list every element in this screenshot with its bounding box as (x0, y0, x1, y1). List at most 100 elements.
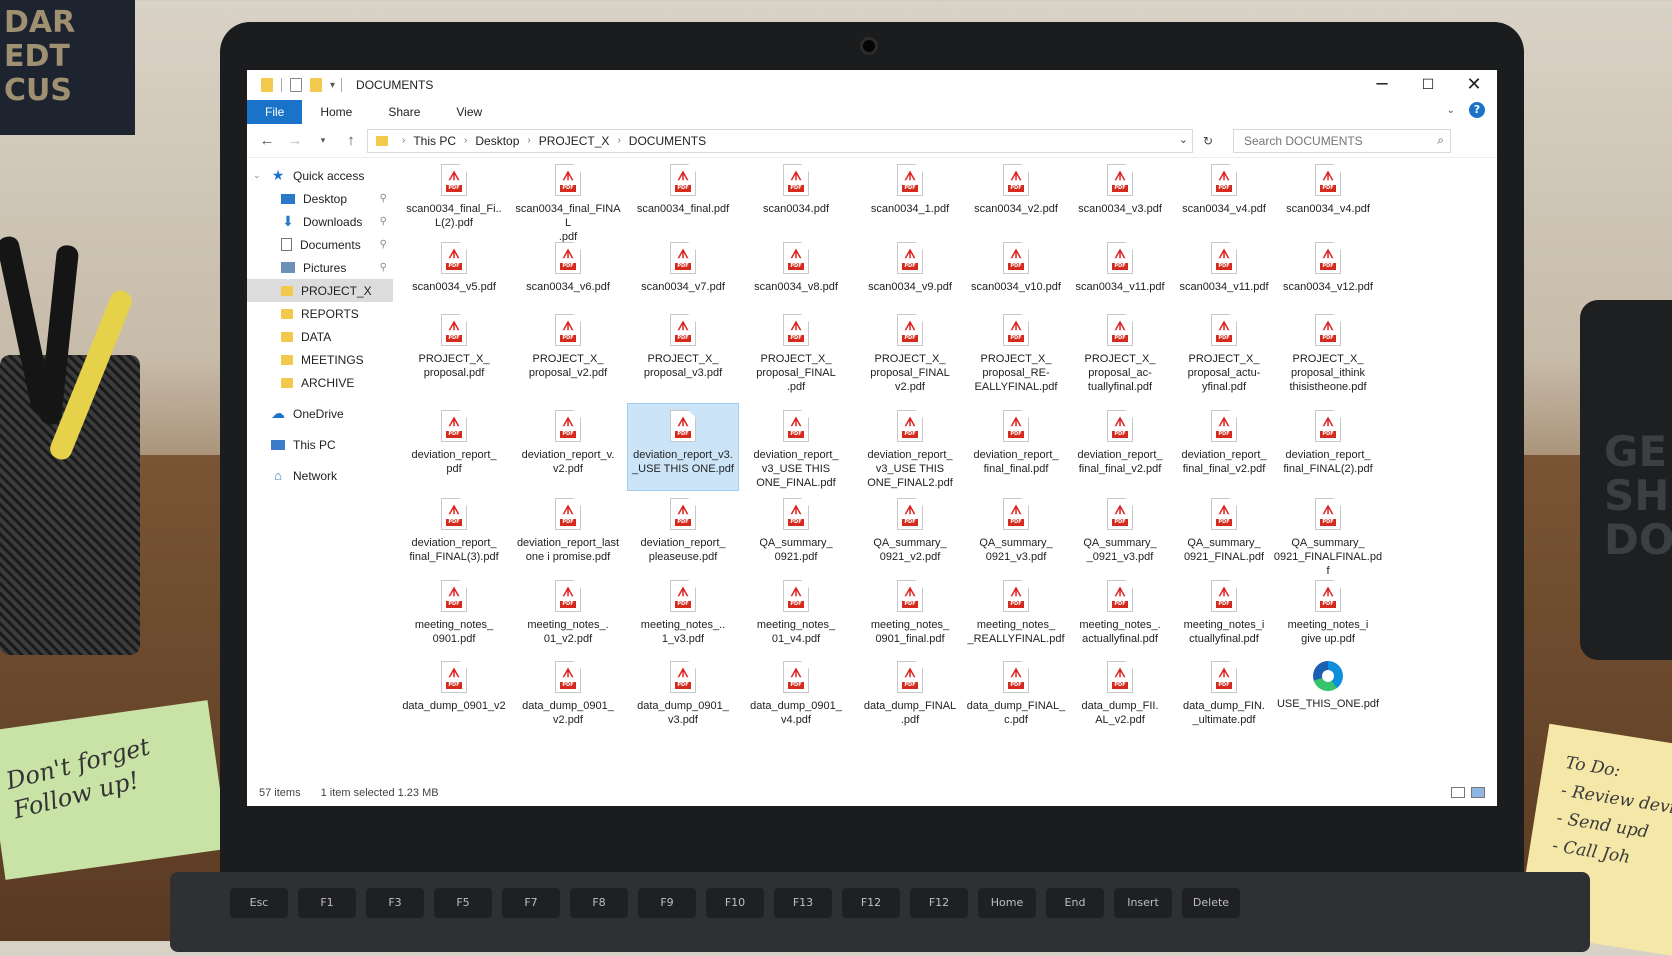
file-item[interactable]: ᗑ PDF PROJECT_X_ proposal_FINAL v2.pdf (855, 308, 965, 394)
file-item[interactable]: ᗑ PDF deviation_report_ final_final_v2.pdf (1065, 404, 1175, 476)
search-box[interactable]: ⌕ (1233, 128, 1451, 153)
file-item[interactable]: ᗑ PDF scan0034.pdf (741, 158, 851, 216)
sidebar-item-onedrive[interactable]: ☁ OneDrive (247, 402, 393, 425)
file-item[interactable]: ᗑ PDF QA_summary_ 0921_FINAL.pdf (1169, 492, 1279, 564)
properties-icon[interactable] (290, 78, 302, 92)
file-item[interactable]: ᗑ PDF data_dump_0901_v2 (399, 655, 509, 713)
search-icon[interactable]: ⌕ (1437, 133, 1444, 148)
new-folder-icon[interactable] (310, 78, 322, 92)
file-item[interactable]: ᗑ PDF data_dump_FINAL .pdf (855, 655, 965, 727)
sidebar-item-quick-access[interactable]: ⌄ ★ Quick access (247, 164, 393, 187)
file-item[interactable]: ᗑ PDF deviation_report_ final_final_v2.pdf (1169, 404, 1279, 476)
sidebar-item-reports[interactable]: REPORTS (247, 302, 393, 325)
file-item[interactable]: ᗑ PDF PROJECT_X_ proposal.pdf (399, 308, 509, 380)
search-input[interactable] (1242, 132, 1422, 149)
file-item[interactable]: ᗑ PDF scan0034_v6.pdf (513, 236, 623, 294)
file-item[interactable]: ᗑ PDF meeting_notes_i ctuallyfinal.pdf (1169, 574, 1279, 646)
file-item[interactable]: ᗑ PDF QA_summary_ 0921_v2.pdf (855, 492, 965, 564)
file-item[interactable]: ᗑ PDF PROJECT_X_ proposal_v2.pdf (513, 308, 623, 380)
file-item[interactable]: ᗑ PDF scan0034_v7.pdf (628, 236, 738, 294)
file-item[interactable]: ᗑ PDF meeting_notes_ _REALLYFINAL.pdf (961, 574, 1071, 646)
tab-view[interactable]: View (438, 100, 500, 124)
file-item[interactable]: ᗑ PDF scan0034_v4.pdf (1169, 158, 1279, 216)
file-item[interactable]: ᗑ PDF deviation_report_ pleaseuse.pdf (628, 492, 738, 564)
expand-ribbon-icon[interactable]: ⌄ (1447, 105, 1455, 116)
file-item[interactable]: ᗑ PDF PROJECT_X_ proposal_ac- tuallyfinal.… (1065, 308, 1175, 394)
sidebar-item-data[interactable]: DATA (247, 325, 393, 348)
sidebar-item-archive[interactable]: ARCHIVE (247, 371, 393, 394)
file-item[interactable]: ᗑ PDF data_dump_FIN. _ultimate.pdf (1169, 655, 1279, 727)
file-item[interactable]: ᗑ PDF PROJECT_X_ proposal_ithink thisisthe… (1273, 308, 1383, 394)
file-item[interactable]: ᗑ PDF deviation_report_ final_final.pdf (961, 404, 1071, 476)
file-item[interactable]: ᗑ PDF data_dump_FINAL_ c.pdf (961, 655, 1071, 727)
file-item[interactable]: ᗑ PDF scan0034_v2.pdf (961, 158, 1071, 216)
tab-file[interactable]: File (247, 100, 303, 124)
details-view-icon[interactable] (1451, 787, 1465, 798)
sidebar-item-network[interactable]: ⌂ Network (247, 464, 393, 487)
sidebar-item-pictures[interactable]: Pictures ⚲ (247, 256, 393, 279)
file-item[interactable]: ᗑ PDF PROJECT_X_ proposal_FINAL .pdf (741, 308, 851, 394)
address-bar[interactable]: › This PC › Desktop › PROJECT_X › DOCUME… (367, 128, 1193, 153)
file-item[interactable]: ᗑ PDF deviation_report_ v3_USE THIS ONE_FI… (741, 404, 851, 490)
file-item[interactable]: ᗑ PDF meeting_notes_ 0901.pdf (399, 574, 509, 646)
tab-share[interactable]: Share (370, 100, 438, 124)
file-item[interactable]: ᗑ PDF PROJECT_X_ proposal_v3.pdf (628, 308, 738, 380)
maximize-button[interactable]: ☐ (1405, 70, 1451, 100)
file-item[interactable]: ᗑ PDF scan0034_v5.pdf (399, 236, 509, 294)
file-item[interactable]: ᗑ PDF deviation_report_ v3_USE THIS ONE_FI… (855, 404, 965, 490)
file-item[interactable]: ᗑ PDF PROJECT_X_ proposal_actu- yfinal.pdf (1169, 308, 1279, 394)
file-item[interactable]: ᗑ PDF meeting_notes_. actuallyfinal.pdf (1065, 574, 1175, 646)
breadcrumb-this-pc[interactable]: This PC (413, 134, 456, 148)
file-item[interactable]: ᗑ PDF scan0034_1.pdf (855, 158, 965, 216)
back-arrow-icon[interactable]: ← (255, 132, 279, 149)
sidebar-item-desktop[interactable]: Desktop ⚲ (247, 187, 393, 210)
breadcrumb-project-x[interactable]: PROJECT_X (539, 134, 610, 148)
file-item[interactable]: ᗑ PDF deviation_report_ pdf (399, 404, 509, 476)
file-item[interactable]: ᗑ PDF QA_summary_ 0921.pdf (741, 492, 851, 564)
file-item[interactable]: ᗑ PDF data_dump_FII. AL_v2.pdf (1065, 655, 1175, 727)
file-item[interactable]: USE_THIS_ONE.pdf (1273, 655, 1383, 711)
file-item[interactable]: ᗑ PDF meeting_notes_i give up.pdf (1273, 574, 1383, 646)
sidebar-item-this-pc[interactable]: This PC (247, 433, 393, 456)
sidebar-item-project-x[interactable]: PROJECT_X (247, 279, 393, 302)
file-item[interactable]: ᗑ PDF scan0034_final_FINAL .pdf (513, 158, 623, 244)
expand-icon[interactable]: ⌄ (253, 170, 261, 181)
file-item[interactable]: ᗑ PDF meeting_notes_ 0901_final.pdf (855, 574, 965, 646)
file-item[interactable]: ᗑ PDF deviation_report_v. v2.pdf (513, 404, 623, 476)
file-item[interactable]: ᗑ PDF deviation_report_last one i promise.… (513, 492, 623, 564)
file-item[interactable]: ᗑ PDF data_dump_0901_ v3.pdf (628, 655, 738, 727)
minimize-button[interactable]: ─ (1359, 70, 1405, 100)
file-item[interactable]: ᗑ PDF scan0034_final.pdf (628, 158, 738, 216)
breadcrumb-documents[interactable]: DOCUMENTS (629, 134, 706, 148)
breadcrumb-desktop[interactable]: Desktop (475, 134, 519, 148)
file-item[interactable]: ᗑ PDF meeting_notes_.. 1_v3.pdf (628, 574, 738, 646)
file-item[interactable]: ᗑ PDF QA_summary_ 0921_v3.pdf (961, 492, 1071, 564)
file-item[interactable]: ᗑ PDF scan0034_final_Fi.. L(2).pdf (399, 158, 509, 230)
chevron-down-icon[interactable]: ▾ (330, 80, 335, 91)
file-item[interactable]: ᗑ PDF deviation_report_ final_FINAL(2).pdf (1273, 404, 1383, 476)
tab-home[interactable]: Home (302, 100, 370, 124)
recent-locations-icon[interactable]: ▾ (311, 135, 335, 146)
file-item[interactable]: ᗑ PDF PROJECT_X_ proposal_RE- EALLYFINAL.p… (961, 308, 1071, 394)
file-item[interactable]: ᗑ PDF meeting_notes_ 01_v4.pdf (741, 574, 851, 646)
up-arrow-icon[interactable]: ↑ (339, 132, 363, 149)
chevron-down-icon[interactable]: ⌄ (1179, 133, 1188, 146)
file-item[interactable]: ᗑ PDF data_dump_0901_ v4.pdf (741, 655, 851, 727)
file-item[interactable]: ᗑ PDF scan0034_v12.pdf (1273, 236, 1383, 294)
forward-arrow-icon[interactable]: → (283, 132, 307, 149)
sidebar-item-downloads[interactable]: ⬇ Downloads ⚲ (247, 210, 393, 233)
file-item[interactable]: ᗑ PDF meeting_notes_. 01_v2.pdf (513, 574, 623, 646)
file-item[interactable]: ᗑ PDF QA_summary_ _0921_v3.pdf (1065, 492, 1175, 564)
file-item[interactable]: ᗑ PDF data_dump_0901_ v2.pdf (513, 655, 623, 727)
file-item[interactable]: ᗑ PDF scan0034_v8.pdf (741, 236, 851, 294)
file-item[interactable]: ᗑ PDF deviation_report_ final_FINAL(3).pdf (399, 492, 509, 564)
sidebar-item-meetings[interactable]: MEETINGS (247, 348, 393, 371)
file-item[interactable]: ᗑ PDF scan0034_v11.pdf (1169, 236, 1279, 294)
file-item[interactable]: ᗑ PDF scan0034_v3.pdf (1065, 158, 1175, 216)
sidebar-item-documents[interactable]: Documents ⚲ (247, 233, 393, 256)
file-item[interactable]: ᗑ PDF scan0034_v9.pdf (855, 236, 965, 294)
file-item[interactable]: ᗑ PDF scan0034_v11.pdf (1065, 236, 1175, 294)
large-icons-view-icon[interactable] (1471, 787, 1485, 798)
file-item[interactable]: ᗑ PDF scan0034_v4.pdf (1273, 158, 1383, 216)
close-button[interactable]: ✕ (1451, 70, 1497, 100)
